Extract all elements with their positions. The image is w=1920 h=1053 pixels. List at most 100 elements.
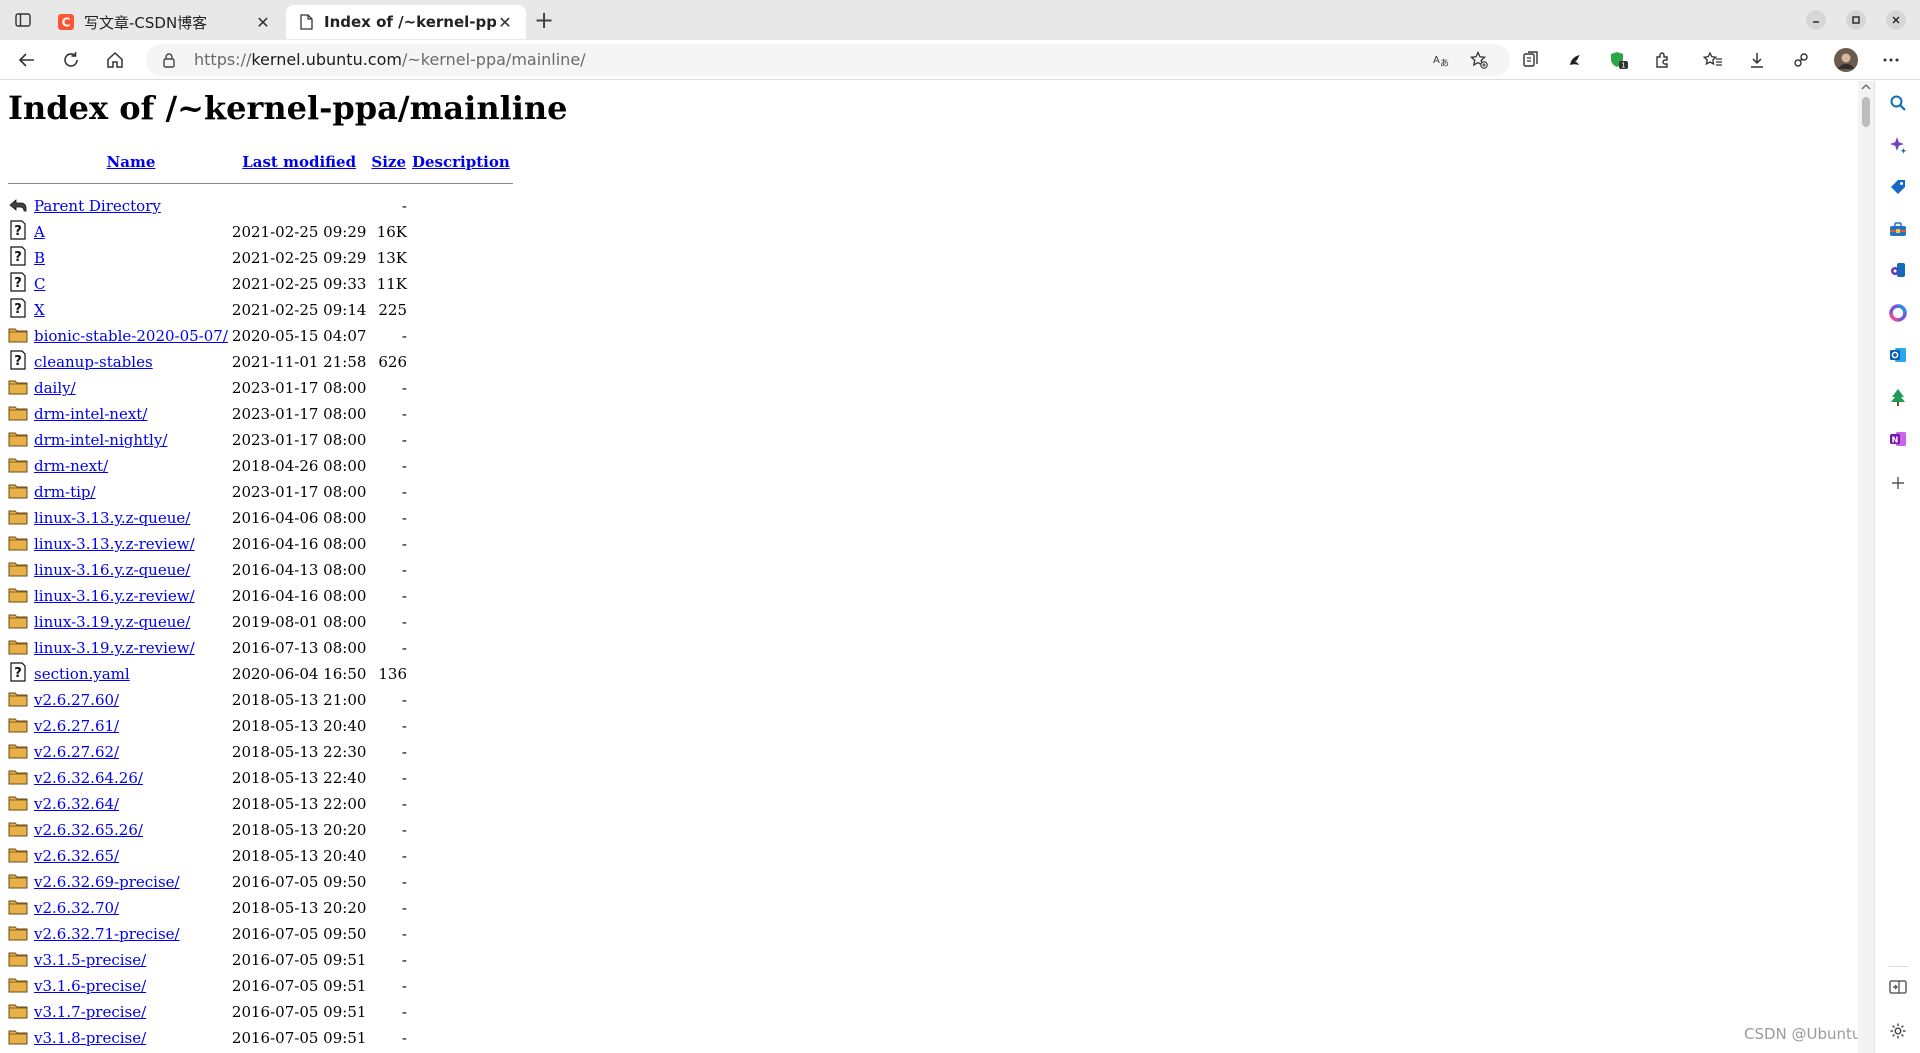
listing-row: v3.1.5-precise/2016-07-05 09:51 - bbox=[8, 947, 513, 973]
tools-icon[interactable] bbox=[1888, 219, 1908, 239]
favorites-icon[interactable] bbox=[1702, 49, 1724, 71]
read-aloud-icon[interactable]: Aあ bbox=[1430, 49, 1452, 71]
csdn-icon: C bbox=[58, 14, 74, 30]
entry-link[interactable]: drm-intel-next/ bbox=[34, 405, 147, 423]
favorite-add-icon[interactable] bbox=[1468, 49, 1490, 71]
shopping-icon[interactable] bbox=[1888, 177, 1908, 197]
entry-link[interactable]: v2.6.32.64/ bbox=[34, 795, 119, 813]
address-bar[interactable]: https://kernel.ubuntu.com/~kernel-ppa/ma… bbox=[146, 44, 1510, 76]
maximize-button[interactable] bbox=[1846, 10, 1866, 30]
entry-link[interactable]: v2.6.27.62/ bbox=[34, 743, 119, 761]
entry-link[interactable]: v2.6.27.61/ bbox=[34, 717, 119, 735]
folder-icon bbox=[8, 505, 32, 531]
minimize-button[interactable] bbox=[1806, 10, 1826, 30]
close-icon[interactable]: ✕ bbox=[254, 13, 272, 32]
close-window-button[interactable] bbox=[1886, 10, 1906, 30]
collections-icon[interactable] bbox=[1520, 49, 1542, 71]
entry-link[interactable]: v3.1.7-precise/ bbox=[34, 1003, 146, 1021]
url-text[interactable]: https://kernel.ubuntu.com/~kernel-ppa/ma… bbox=[194, 50, 586, 69]
extensions-icon[interactable] bbox=[1652, 49, 1674, 71]
outlook-icon[interactable] bbox=[1888, 345, 1908, 365]
entry-link[interactable]: A bbox=[34, 223, 45, 241]
scroll-up-icon[interactable] bbox=[1861, 83, 1871, 91]
add-icon[interactable] bbox=[1888, 473, 1908, 493]
listing-row: daily/2023-01-17 08:00 - bbox=[8, 375, 513, 401]
listing-row: v2.6.27.61/2018-05-13 20:40 - bbox=[8, 713, 513, 739]
description-cell bbox=[409, 791, 513, 817]
unknown-file-icon: ? bbox=[8, 297, 32, 323]
entry-link[interactable]: daily/ bbox=[34, 379, 76, 397]
entry-link[interactable]: linux-3.19.y.z-queue/ bbox=[34, 613, 190, 631]
entry-link[interactable]: linux-3.13.y.z-review/ bbox=[34, 535, 195, 553]
settings-icon[interactable] bbox=[1888, 1021, 1908, 1041]
split-screen-icon[interactable] bbox=[1888, 977, 1908, 997]
sort-by-size-link[interactable]: Size bbox=[371, 153, 406, 171]
entry-link[interactable]: v3.1.6-precise/ bbox=[34, 977, 146, 995]
vertical-scrollbar[interactable] bbox=[1858, 81, 1874, 1053]
listing-row: v3.1.8-precise/2016-07-05 09:51 - bbox=[8, 1025, 513, 1051]
modified-cell: 2021-02-25 09:29 bbox=[231, 223, 367, 241]
shield-extension-icon[interactable]: 1 bbox=[1608, 49, 1630, 71]
entry-link[interactable]: drm-tip/ bbox=[34, 483, 96, 501]
extension-icon[interactable] bbox=[1564, 49, 1586, 71]
tab-kernel-index[interactable]: Index of /~kernel-ppa/m ✕ bbox=[286, 5, 526, 39]
entry-link[interactable]: linux-3.16.y.z-review/ bbox=[34, 587, 195, 605]
entry-link[interactable]: linux-3.16.y.z-queue/ bbox=[34, 561, 190, 579]
sort-by-name-link[interactable]: Name bbox=[107, 153, 156, 171]
entry-link[interactable]: X bbox=[34, 301, 45, 319]
description-cell bbox=[409, 401, 513, 427]
entry-link[interactable]: v2.6.32.65/ bbox=[34, 847, 119, 865]
entry-link[interactable]: v2.6.32.65.26/ bbox=[34, 821, 143, 839]
sort-by-description-link[interactable]: Description bbox=[412, 153, 510, 171]
size-cell: - bbox=[401, 951, 407, 969]
onenote-icon[interactable]: N bbox=[1888, 429, 1908, 449]
description-cell bbox=[409, 219, 513, 245]
office-icon[interactable] bbox=[1888, 303, 1908, 323]
profile-avatar[interactable] bbox=[1834, 48, 1858, 72]
home-icon[interactable] bbox=[104, 49, 126, 71]
entry-link[interactable]: v3.1.8-precise/ bbox=[34, 1029, 146, 1047]
tab-csdn[interactable]: C 写文章-CSDN博客 ✕ bbox=[46, 5, 284, 39]
lock-icon[interactable] bbox=[162, 52, 176, 72]
search-icon[interactable] bbox=[1888, 93, 1908, 113]
entry-link[interactable]: B bbox=[34, 249, 45, 267]
back-icon[interactable] bbox=[16, 49, 38, 71]
entry-link[interactable]: v2.6.27.60/ bbox=[34, 691, 119, 709]
entry-link[interactable]: drm-next/ bbox=[34, 457, 108, 475]
entry-link[interactable]: bionic-stable-2020-05-07/ bbox=[34, 327, 228, 345]
header-name: Name bbox=[32, 151, 230, 172]
description-cell bbox=[409, 583, 513, 609]
modified-cell: 2018-05-13 22:00 bbox=[231, 795, 367, 813]
entry-link[interactable]: v3.1.5-precise/ bbox=[34, 951, 146, 969]
svg-text:?: ? bbox=[14, 666, 22, 681]
scroll-thumb[interactable] bbox=[1862, 97, 1870, 127]
refresh-icon[interactable] bbox=[60, 49, 82, 71]
entry-link[interactable]: v2.6.32.64.26/ bbox=[34, 769, 143, 787]
entry-link[interactable]: linux-3.13.y.z-queue/ bbox=[34, 509, 190, 527]
share-icon[interactable] bbox=[1790, 49, 1812, 71]
entry-link[interactable]: C bbox=[34, 275, 45, 293]
entry-link[interactable]: cleanup-stables bbox=[34, 353, 153, 371]
sort-by-modified-link[interactable]: Last modified bbox=[242, 153, 356, 171]
new-tab-button[interactable]: + bbox=[532, 8, 556, 33]
listing-row: drm-next/2018-04-26 08:00 - bbox=[8, 453, 513, 479]
entry-link[interactable]: v2.6.32.69-precise/ bbox=[34, 873, 180, 891]
entry-link[interactable]: section.yaml bbox=[34, 665, 130, 683]
games-icon[interactable] bbox=[1888, 261, 1908, 281]
entry-link[interactable]: drm-intel-nightly/ bbox=[34, 431, 167, 449]
close-icon[interactable]: ✕ bbox=[496, 13, 514, 32]
description-cell bbox=[409, 739, 513, 765]
entry-link[interactable]: linux-3.19.y.z-review/ bbox=[34, 639, 195, 657]
header-size: Size bbox=[368, 151, 409, 172]
parent-directory-link[interactable]: Parent Directory bbox=[34, 197, 161, 215]
entry-link[interactable]: v2.6.32.71-precise/ bbox=[34, 925, 180, 943]
copilot-icon[interactable] bbox=[1888, 135, 1908, 155]
sidebar-divider bbox=[1889, 966, 1909, 967]
entry-link[interactable]: v2.6.32.70/ bbox=[34, 899, 119, 917]
downloads-icon[interactable] bbox=[1746, 49, 1768, 71]
svg-text:N: N bbox=[1892, 436, 1899, 445]
more-icon[interactable] bbox=[1880, 49, 1902, 71]
tab-actions-icon[interactable] bbox=[12, 10, 34, 30]
tree-icon[interactable] bbox=[1888, 387, 1908, 407]
description-cell bbox=[409, 947, 513, 973]
